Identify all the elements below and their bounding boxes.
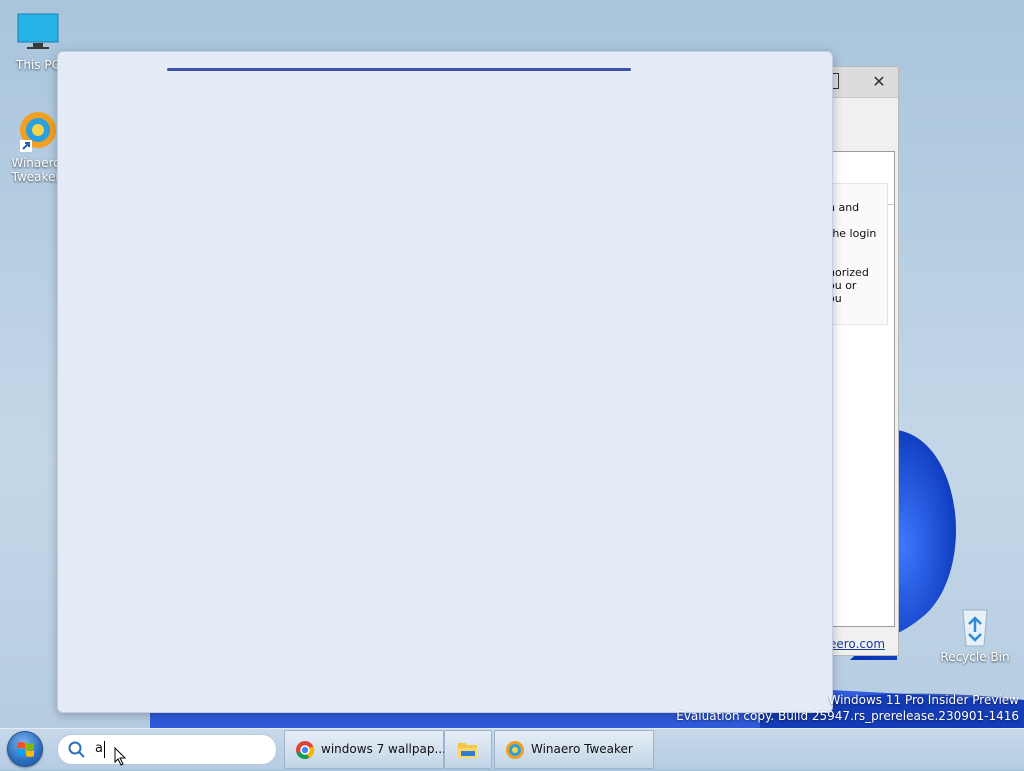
window-titlebar[interactable]: ✕ [832, 67, 898, 98]
info-text: ou or [832, 279, 857, 292]
taskbar-button-file-explorer[interactable] [444, 730, 492, 769]
winaero-tweaker-icon [506, 741, 524, 759]
monitor-icon [16, 12, 60, 56]
mouse-cursor-icon [114, 747, 127, 766]
info-card: n and the login horized ou or ou [832, 183, 888, 325]
desktop-icon-recycle-bin[interactable]: Recycle Bin [940, 604, 1010, 664]
taskbar-button-label: Winaero Tweaker [531, 742, 633, 756]
search-input[interactable]: a [95, 741, 103, 756]
build-watermark-line1: Windows 11 Pro Insider Preview [828, 693, 1019, 707]
search-icon [68, 741, 85, 758]
file-explorer-icon [458, 743, 477, 758]
recycle-bin-icon [953, 604, 997, 648]
winaero-tweaker-icon [14, 110, 58, 154]
start-button[interactable] [7, 731, 43, 767]
windows-logo-icon [17, 742, 34, 757]
taskbar-button-chrome[interactable]: windows 7 wallpap... [284, 730, 446, 769]
info-text: n and [831, 201, 860, 214]
search-flyout [57, 51, 833, 713]
build-watermark-line2: Evaluation copy. Build 25947.rs_prerelea… [676, 709, 1019, 723]
maximize-button[interactable] [832, 73, 839, 89]
taskbar-button-label: windows 7 wallpap... [321, 742, 446, 756]
close-button[interactable]: ✕ [864, 69, 894, 95]
background-app-window[interactable]: ✕ n and the login horized ou or ou eero.… [831, 66, 899, 656]
info-text: horized [831, 266, 869, 279]
info-text: the login [831, 227, 877, 240]
text-caret [104, 741, 105, 758]
chrome-icon [296, 741, 315, 759]
desktop-icon-label: Recycle Bin [940, 650, 1010, 664]
loading-progress-bar [167, 68, 631, 71]
website-link[interactable]: eero.com [832, 637, 885, 651]
taskbar-search-box[interactable]: a [57, 734, 277, 766]
taskbar: a windows 7 wallpap... Winaero Tweaker [0, 728, 1024, 769]
taskbar-button-winaero-tweaker[interactable]: Winaero Tweaker [494, 730, 654, 769]
